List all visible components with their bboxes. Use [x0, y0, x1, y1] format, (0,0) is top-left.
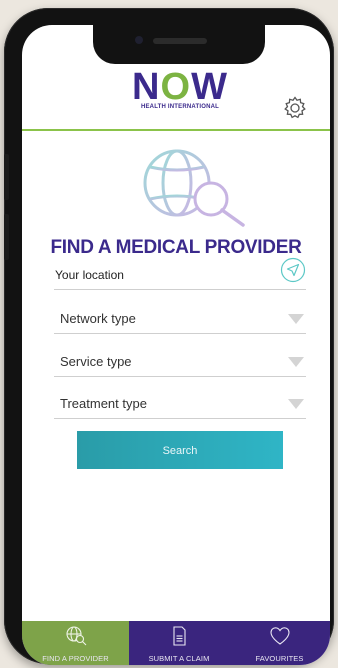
globe-search-illustration-icon	[143, 149, 245, 227]
header-divider	[22, 129, 330, 131]
gear-icon[interactable]	[282, 95, 308, 121]
volume-up-button	[4, 154, 9, 200]
tab-find-a-provider-label: FIND A PROVIDER	[42, 654, 109, 663]
chevron-down-icon	[288, 314, 304, 324]
chevron-down-icon	[288, 357, 304, 367]
chevron-down-icon	[288, 399, 304, 409]
network-type-label: Network type	[60, 311, 136, 326]
treatment-type-label: Treatment type	[60, 396, 147, 411]
service-type-label: Service type	[60, 354, 132, 369]
page-title: FIND A MEDICAL PROVIDER	[50, 237, 302, 258]
treatment-type-dropdown[interactable]: Treatment type	[54, 392, 306, 419]
service-type-dropdown[interactable]: Service type	[54, 350, 306, 377]
logo-subtitle: HEALTH INTERNATIONAL	[140, 104, 220, 110]
location-field-label: Your location	[55, 268, 124, 282]
speaker-grille	[153, 38, 207, 44]
navigation-arrow-icon[interactable]	[280, 257, 306, 283]
tab-favourites-label: FAVOURITES	[255, 654, 304, 663]
now-health-logo: NOW HEALTH INTERNATIONAL	[132, 67, 228, 110]
bottom-tab-bar: FIND A PROVIDER SUBMIT A CLAIM FAVOURITE…	[22, 621, 330, 665]
search-button[interactable]: Search	[77, 431, 283, 469]
tab-find-a-provider[interactable]: FIND A PROVIDER	[22, 621, 129, 665]
logo-wordmark: NOW	[132, 66, 228, 108]
camera-icon	[135, 36, 143, 44]
app-screen: NOW HEALTH INTERNATIONAL FIND A MEDICAL …	[22, 25, 330, 665]
document-icon	[173, 626, 186, 646]
heart-icon	[269, 627, 290, 645]
location-field[interactable]: Your location	[54, 257, 306, 290]
globe-search-icon	[65, 626, 86, 646]
tab-submit-a-claim-label: SUBMIT A CLAIM	[148, 654, 210, 663]
phone-frame: NOW HEALTH INTERNATIONAL FIND A MEDICAL …	[4, 8, 334, 665]
network-type-dropdown[interactable]: Network type	[54, 307, 306, 334]
tab-favourites[interactable]: FAVOURITES	[229, 621, 330, 665]
volume-down-button	[4, 214, 9, 260]
notch	[93, 25, 265, 64]
tab-submit-a-claim[interactable]: SUBMIT A CLAIM	[129, 621, 229, 665]
